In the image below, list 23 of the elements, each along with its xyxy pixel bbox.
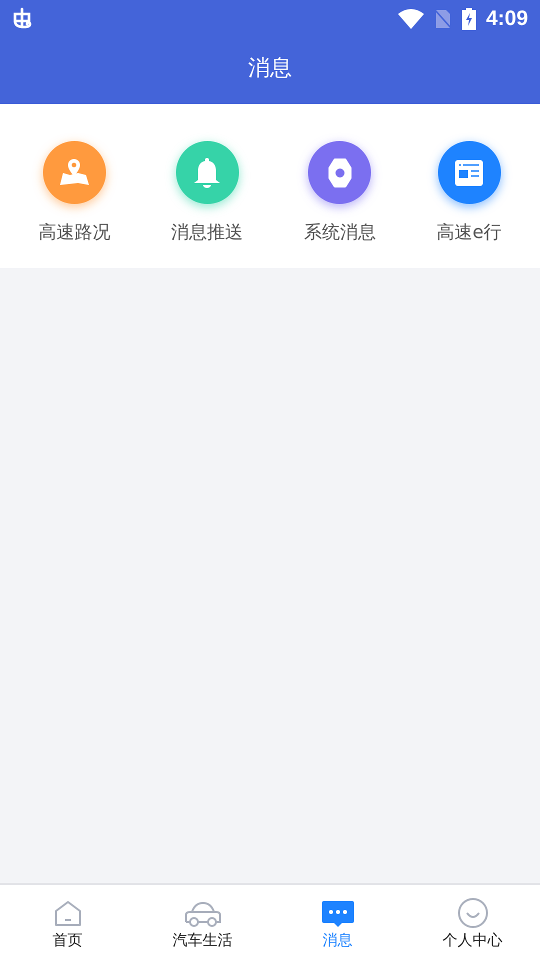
- home-icon: [52, 899, 82, 929]
- car-icon: [184, 899, 222, 929]
- battery-icon: [462, 8, 476, 30]
- shortcut-button[interactable]: [176, 141, 239, 204]
- news-icon: [455, 160, 484, 186]
- shortcut-label: 高速e行: [436, 221, 502, 244]
- shortcut-button[interactable]: [308, 141, 372, 204]
- wifi-icon: [398, 8, 424, 28]
- smiley-icon: [456, 897, 488, 929]
- shortcut-button[interactable]: [438, 141, 501, 204]
- shortcut-button[interactable]: [42, 141, 106, 204]
- tab[interactable]: 首页: [0, 885, 135, 960]
- bell-icon: [193, 156, 222, 188]
- page-title: 消息: [247, 55, 293, 83]
- shortcut-label: 高速路况: [38, 221, 110, 244]
- chat-icon: [320, 899, 354, 929]
- tab[interactable]: 个人中心: [405, 885, 540, 960]
- tab[interactable]: 汽车生活: [135, 885, 270, 960]
- tab[interactable]: 消息: [270, 885, 405, 960]
- no-sim-icon: [434, 8, 452, 28]
- shortcut-label: 系统消息: [304, 221, 376, 244]
- clock-time: 4:09: [486, 6, 528, 30]
- shortcut-label: 消息推送: [171, 221, 244, 244]
